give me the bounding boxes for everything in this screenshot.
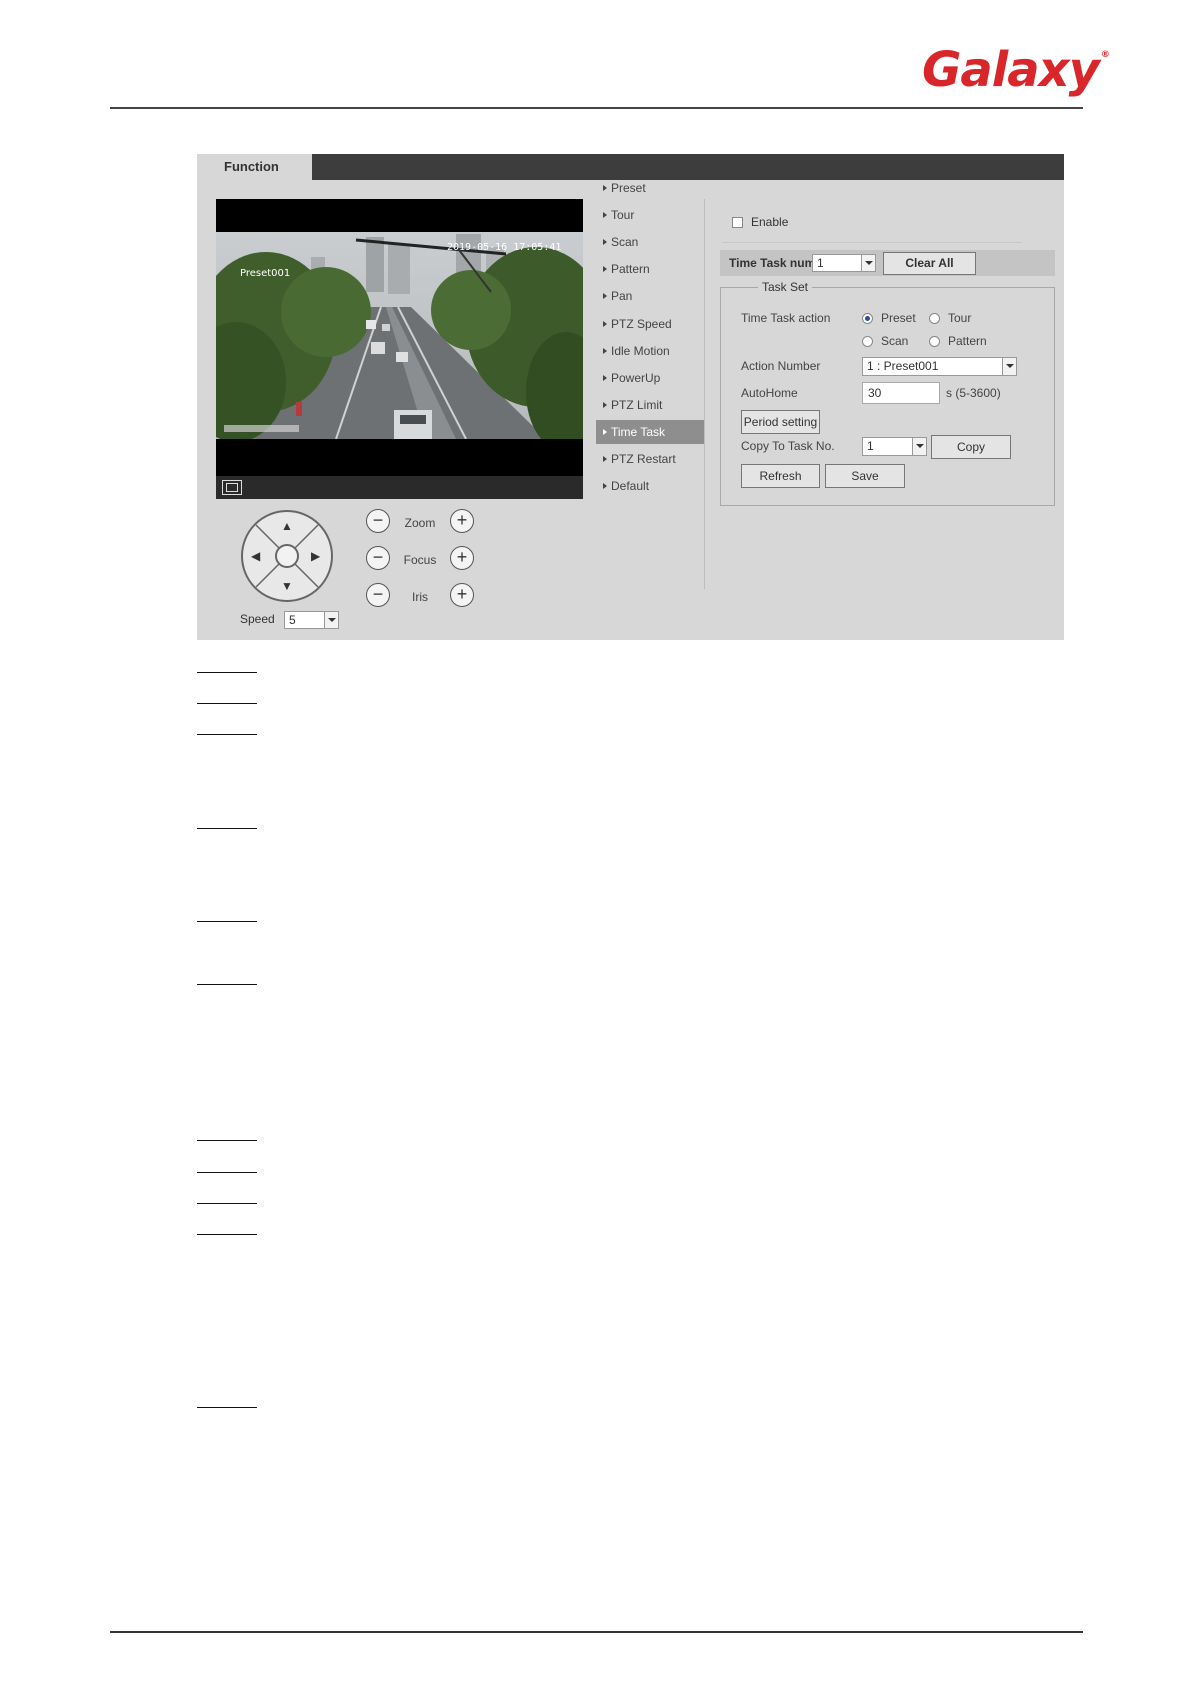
- action-scan-label: Scan: [881, 334, 909, 348]
- action-tour-option[interactable]: Tour: [929, 311, 971, 325]
- menu-item-tour[interactable]: Tour: [596, 203, 704, 227]
- task-set-legend: Task Set: [758, 280, 813, 294]
- autohome-label: AutoHome: [741, 386, 798, 400]
- step-rule: [197, 1234, 257, 1235]
- live-video[interactable]: 2019-05-16 17:05:41 Preset001: [216, 199, 583, 499]
- ptz-left-arrow-icon[interactable]: ◀: [251, 550, 260, 562]
- action-preset-radio[interactable]: [862, 313, 873, 325]
- autohome-unit: s (5-3600): [946, 386, 1001, 400]
- step-rule: [197, 984, 257, 985]
- task-num-row: Time Task num 1 Clear All: [720, 250, 1055, 276]
- tab-function[interactable]: Function: [197, 154, 312, 180]
- step-rule: [197, 1172, 257, 1173]
- refresh-button[interactable]: Refresh: [741, 464, 820, 488]
- enable-label: Enable: [751, 215, 789, 229]
- video-toolbar: [216, 476, 583, 499]
- menu-item-preset[interactable]: Preset: [596, 176, 704, 200]
- zoom-in-button[interactable]: +: [450, 509, 474, 533]
- speed-label: Speed: [240, 612, 275, 626]
- enable-checkbox[interactable]: [732, 217, 743, 229]
- enable-row: Enable: [732, 215, 788, 229]
- focus-near-button[interactable]: −: [366, 546, 390, 570]
- ptz-direction-pad[interactable]: ▲ ▼ ◀ ▶: [241, 510, 333, 602]
- task-set-group: Task Set Time Task action Preset Tour Sc…: [720, 280, 1055, 506]
- menu-item-scan[interactable]: Scan: [596, 230, 704, 254]
- task-num-value: 1: [817, 256, 824, 270]
- zoom-label: Zoom: [404, 516, 436, 530]
- galaxy-logo: Galaxy ®: [922, 42, 1110, 98]
- autohome-input[interactable]: 30: [862, 382, 940, 404]
- action-pattern-option[interactable]: Pattern: [929, 334, 987, 348]
- menu-item-time-task[interactable]: Time Task: [596, 420, 704, 444]
- chevron-down-icon[interactable]: [912, 438, 926, 455]
- time-task-action-label: Time Task action: [741, 311, 831, 325]
- step-rule: [197, 1407, 257, 1408]
- chevron-down-icon[interactable]: [861, 255, 875, 271]
- logo-text: Galaxy: [922, 42, 1100, 98]
- video-timestamp: 2019-05-16 17:05:41: [447, 242, 561, 253]
- header-rule: [110, 107, 1083, 109]
- step-rule: [197, 1203, 257, 1204]
- step-rule: [197, 672, 257, 673]
- ptz-right-arrow-icon[interactable]: ▶: [311, 550, 320, 562]
- action-pattern-label: Pattern: [948, 334, 987, 348]
- action-number-label: Action Number: [741, 359, 821, 373]
- step-rule: [197, 734, 257, 735]
- action-preset-label: Preset: [881, 311, 916, 325]
- action-pattern-radio[interactable]: [929, 336, 940, 348]
- copy-to-task-value: 1: [867, 439, 874, 453]
- action-tour-label: Tour: [948, 311, 972, 325]
- menu-item-pattern[interactable]: Pattern: [596, 257, 704, 281]
- menu-item-idle-motion[interactable]: Idle Motion: [596, 339, 704, 363]
- menu-item-ptz-speed[interactable]: PTZ Speed: [596, 312, 704, 336]
- step-rule: [197, 703, 257, 704]
- copy-to-task-select[interactable]: 1: [862, 437, 927, 456]
- period-setting-button[interactable]: Period setting: [741, 410, 820, 434]
- speed-value: 5: [289, 613, 296, 627]
- focus-far-button[interactable]: +: [450, 546, 474, 570]
- action-scan-option[interactable]: Scan: [862, 334, 908, 348]
- menu-item-pan[interactable]: Pan: [596, 284, 704, 308]
- ptz-up-arrow-icon[interactable]: ▲: [281, 520, 293, 532]
- iris-open-button[interactable]: +: [450, 583, 474, 607]
- task-num-select[interactable]: 1: [812, 254, 876, 272]
- task-num-label: Time Task num: [729, 256, 816, 270]
- speed-select[interactable]: 5: [284, 611, 339, 629]
- action-number-value: 1 : Preset001: [867, 359, 939, 373]
- copy-button[interactable]: Copy: [931, 435, 1011, 459]
- menu-item-ptz-limit[interactable]: PTZ Limit: [596, 393, 704, 417]
- action-preset-option[interactable]: Preset: [862, 311, 916, 325]
- menu-item-ptz-restart[interactable]: PTZ Restart: [596, 447, 704, 471]
- copy-to-task-label: Copy To Task No.: [741, 439, 835, 453]
- footer-rule: [110, 1631, 1083, 1633]
- chevron-down-icon[interactable]: [1002, 358, 1016, 375]
- section-divider: [722, 242, 1022, 243]
- step-rule: [197, 828, 257, 829]
- menu-item-powerup[interactable]: PowerUp: [596, 366, 704, 390]
- video-preset-label: Preset001: [240, 268, 290, 279]
- function-panel: Function 2019-05-16 17:05:41 Preset001 ▲…: [197, 154, 1064, 640]
- focus-label: Focus: [403, 553, 437, 567]
- menu-divider: [704, 199, 705, 589]
- chevron-down-icon[interactable]: [324, 612, 338, 628]
- action-scan-radio[interactable]: [862, 336, 873, 348]
- clear-all-button[interactable]: Clear All: [883, 252, 976, 275]
- fullscreen-icon[interactable]: [222, 480, 242, 495]
- action-tour-radio[interactable]: [929, 313, 940, 325]
- ptz-down-arrow-icon[interactable]: ▼: [281, 580, 293, 592]
- road-scene-image: 2019-05-16 17:05:41 Preset001: [216, 232, 583, 439]
- zoom-out-button[interactable]: −: [366, 509, 390, 533]
- iris-close-button[interactable]: −: [366, 583, 390, 607]
- menu-item-default[interactable]: Default: [596, 474, 704, 498]
- step-rule: [197, 1140, 257, 1141]
- registered-mark: ®: [1100, 50, 1110, 60]
- video-frame: 2019-05-16 17:05:41 Preset001: [216, 232, 583, 439]
- iris-label: Iris: [412, 590, 428, 604]
- action-number-select[interactable]: 1 : Preset001: [862, 357, 1017, 376]
- save-button[interactable]: Save: [825, 464, 905, 488]
- step-rule: [197, 921, 257, 922]
- ptz-center-button[interactable]: [275, 544, 299, 568]
